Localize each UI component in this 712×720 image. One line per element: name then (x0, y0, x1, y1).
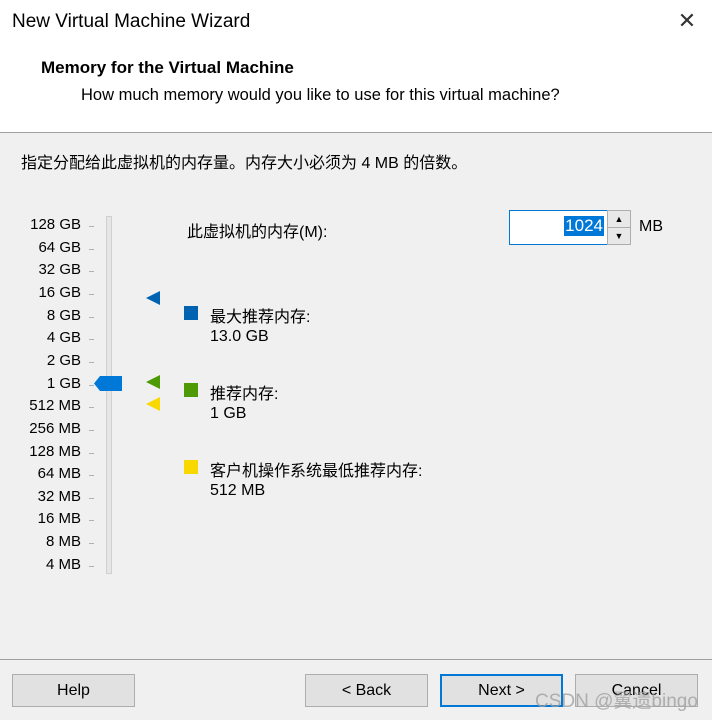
help-button[interactable]: Help (12, 674, 135, 707)
scale-tick (89, 497, 94, 499)
scale-tick (89, 543, 94, 545)
scale-label: 16 MB (37, 510, 81, 528)
scale-tick (89, 520, 94, 522)
scale-tick (89, 407, 94, 409)
window-title: New Virtual Machine Wizard (12, 11, 251, 32)
min-recommended-value: 512 MB (210, 482, 266, 499)
scale-label: 512 MB (29, 397, 81, 415)
scale-label: 32 MB (37, 487, 81, 505)
scale-tick (89, 316, 94, 318)
scale-label: 1 GB (46, 374, 81, 392)
scale-label: 32 GB (38, 261, 81, 279)
memory-slider-thumb[interactable] (94, 376, 122, 391)
scale-label: 128 MB (29, 442, 81, 460)
increment-arrow-icon[interactable]: ▲ (608, 211, 630, 228)
recommended-marker-icon (146, 375, 160, 389)
scale-label: 16 GB (38, 283, 81, 301)
min-recommended-marker-icon (146, 397, 160, 411)
scale-label: 256 MB (29, 419, 81, 437)
scale-label: 64 MB (37, 465, 81, 483)
recommended-label: 推荐内存: (210, 386, 279, 403)
scale-label: 128 GB (30, 216, 81, 233)
scale-tick (89, 475, 94, 477)
wizard-header: New Virtual Machine Wizard ✕ Memory for … (0, 0, 712, 133)
close-icon[interactable]: ✕ (674, 8, 700, 34)
memory-unit: MB (639, 218, 663, 235)
scale-tick (89, 248, 94, 250)
scale-tick (89, 226, 94, 227)
instruction-text: 指定分配给此虚拟机的内存量。内存大小必须为 4 MB 的倍数。 (21, 155, 468, 172)
scale-tick (89, 361, 94, 363)
page-subtitle: How much memory would you like to use fo… (81, 86, 560, 104)
memory-slider-track[interactable] (106, 216, 112, 574)
scale-tick (89, 293, 94, 295)
back-button[interactable]: < Back (305, 674, 428, 707)
scale-label: 4 MB (45, 555, 81, 573)
scale-label: 64 GB (38, 238, 81, 256)
scale-label: 8 MB (45, 533, 81, 551)
scale-tick (89, 429, 94, 431)
scale-tick (89, 565, 94, 567)
max-recommended-value: 13.0 GB (210, 328, 269, 345)
memory-stepper[interactable]: ▲ ▼ (607, 210, 631, 245)
recommended-value: 1 GB (210, 405, 247, 422)
scale-tick (89, 452, 94, 454)
page-title: Memory for the Virtual Machine (41, 58, 294, 77)
scale-tick (89, 271, 94, 273)
recommended-legend-icon (184, 383, 198, 397)
memory-input[interactable]: 1024 (509, 210, 608, 245)
memory-value[interactable]: 1024 (564, 216, 604, 236)
memory-label: 此虚拟机的内存(M): (187, 224, 328, 241)
max-recommended-marker-icon (146, 291, 160, 305)
watermark: CSDN @翼遗bingo (535, 691, 698, 712)
max-recommended-label: 最大推荐内存: (210, 309, 311, 326)
decrement-arrow-icon[interactable]: ▼ (608, 228, 630, 245)
max-recommended-legend-icon (184, 306, 198, 320)
scale-tick (89, 339, 94, 341)
footer-divider (0, 659, 712, 660)
scale-label: 4 GB (46, 329, 81, 347)
min-recommended-label: 客户机操作系统最低推荐内存: (210, 463, 423, 480)
scale-label: 8 GB (46, 306, 81, 324)
scale-label: 2 GB (46, 351, 81, 369)
min-recommended-legend-icon (184, 460, 198, 474)
